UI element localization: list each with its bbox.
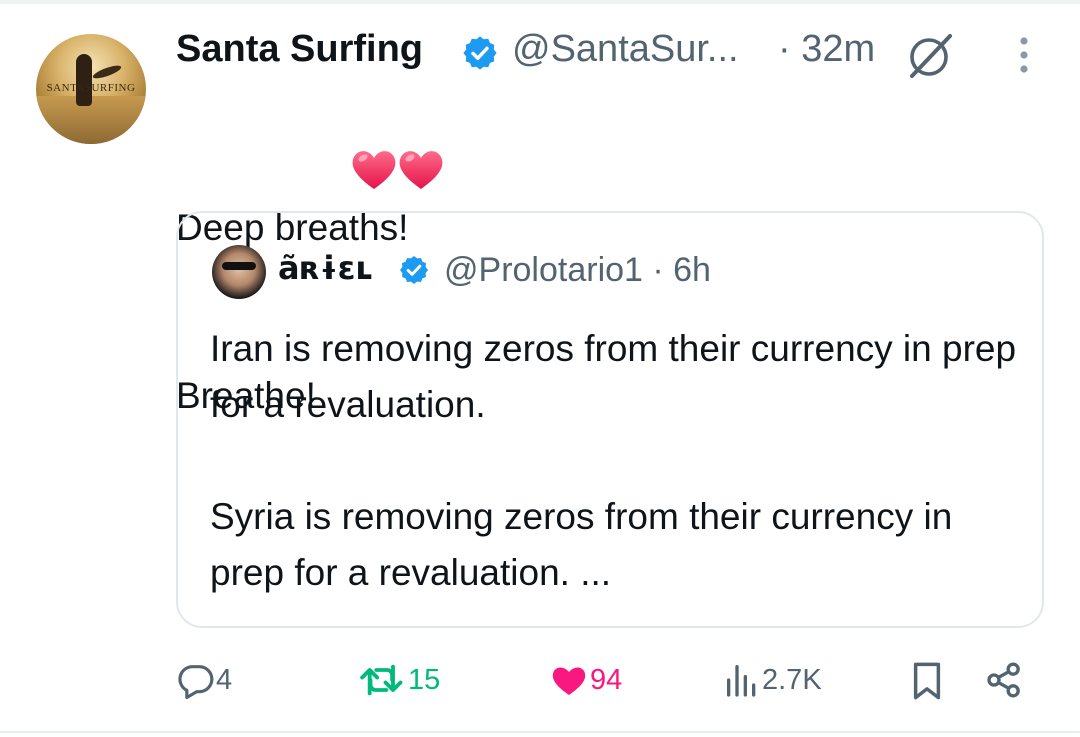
reply-icon bbox=[178, 665, 214, 700]
repost-count: 15 bbox=[408, 663, 441, 696]
bookmark-icon bbox=[913, 662, 941, 700]
repost-button[interactable]: 15 bbox=[358, 660, 440, 700]
quoted-tweet-text: Iran is removing zeros from their curren… bbox=[210, 321, 1020, 601]
reply-count: 4 bbox=[216, 663, 233, 696]
author-handle[interactable]: @SantaSur... bbox=[512, 28, 739, 71]
tweet-timestamp[interactable]: · 32m bbox=[778, 28, 875, 71]
views-button[interactable]: 2.7K bbox=[722, 660, 822, 700]
bottom-divider bbox=[0, 731, 1080, 733]
quoted-author-avatar bbox=[212, 245, 266, 299]
quoted-paragraph-1: Iran is removing zeros from their curren… bbox=[210, 328, 1017, 425]
avatar-surfer-figure bbox=[76, 54, 92, 106]
bookmark-button[interactable] bbox=[908, 660, 946, 702]
quoted-paragraph-2: Syria is removing zeros from their curre… bbox=[210, 496, 953, 593]
author-avatar[interactable]: SANTASURFING bbox=[36, 34, 146, 144]
views-icon bbox=[727, 665, 756, 697]
quoted-tweet-card[interactable]: ãʀɨɛʟ @Prolotario1 · 6h Iran is removing… bbox=[176, 211, 1044, 628]
author-display-name[interactable]: Santa Surfing bbox=[176, 28, 423, 71]
like-button[interactable]: 94 bbox=[548, 660, 622, 700]
views-count: 2.7K bbox=[762, 663, 822, 696]
quoted-verified-badge-icon bbox=[400, 256, 428, 284]
avatar-surfboard bbox=[91, 63, 123, 81]
grok-icon[interactable] bbox=[904, 30, 956, 82]
reply-button[interactable]: 4 bbox=[176, 660, 232, 700]
avatar-sunglasses bbox=[222, 262, 256, 270]
top-divider bbox=[0, 0, 1080, 4]
like-icon bbox=[552, 667, 586, 695]
hearts-emoji bbox=[352, 151, 443, 189]
repost-icon bbox=[360, 664, 403, 696]
share-icon bbox=[987, 662, 1020, 698]
more-icon[interactable] bbox=[1016, 36, 1032, 76]
like-count: 94 bbox=[590, 663, 623, 696]
share-button[interactable] bbox=[984, 660, 1024, 700]
quoted-handle-time: @Prolotario1 · 6h bbox=[444, 251, 711, 289]
quoted-author-name: ãʀɨɛʟ bbox=[278, 249, 373, 287]
avatar-logo-text: SANTASURFING bbox=[46, 82, 136, 94]
verified-badge-icon bbox=[463, 36, 497, 70]
